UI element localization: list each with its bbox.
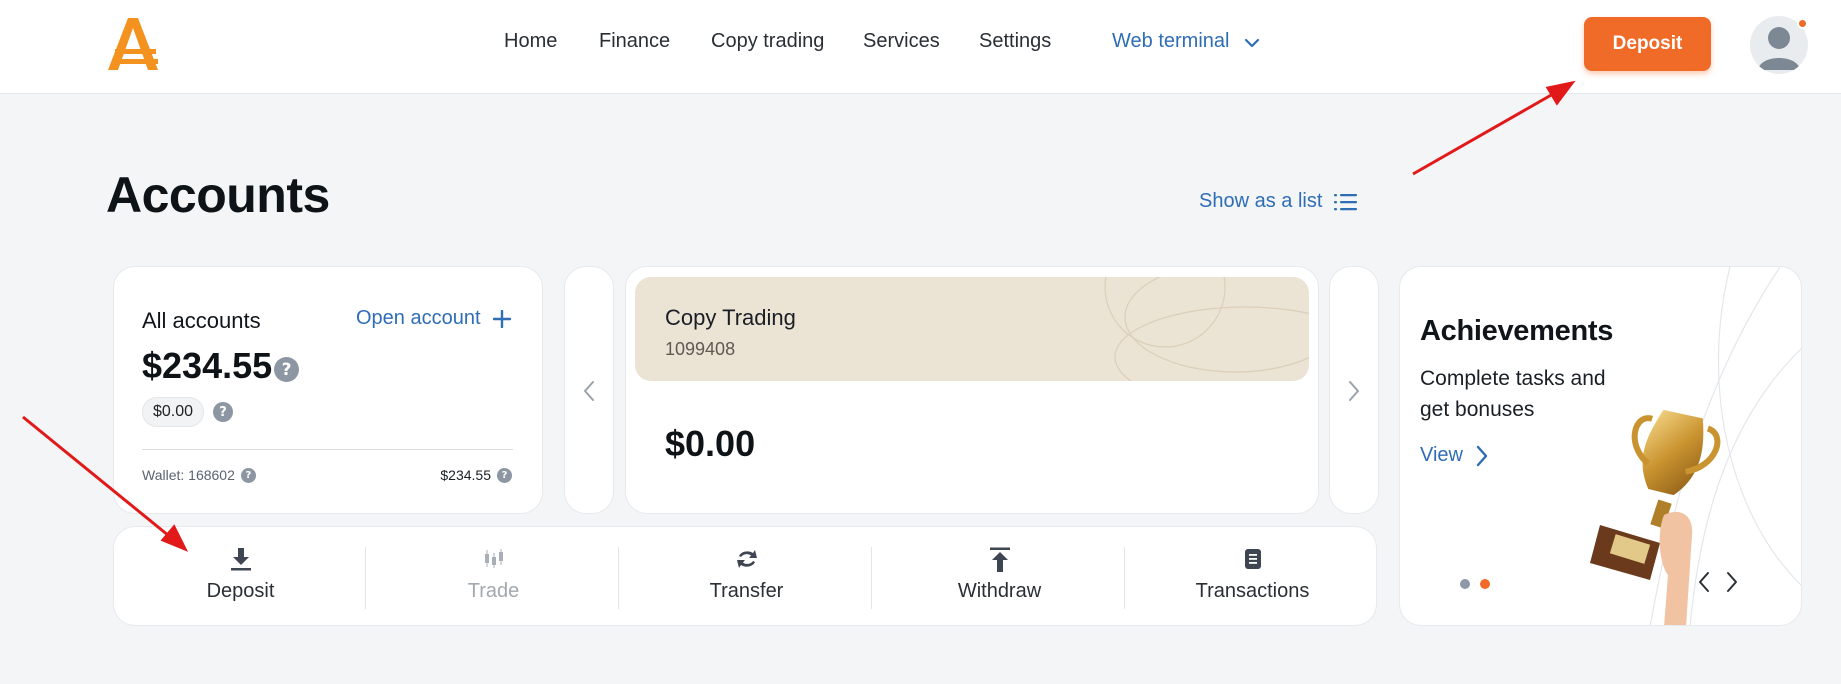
- divider: [1124, 547, 1125, 609]
- notification-dot: [1797, 18, 1808, 29]
- action-trade: Trade: [367, 527, 620, 627]
- page-title: Accounts: [106, 167, 330, 223]
- view-label: View: [1420, 444, 1463, 466]
- list-icon: [1334, 193, 1358, 210]
- achievements-view-link[interactable]: View: [1420, 444, 1489, 467]
- brand-logo[interactable]: [104, 16, 162, 74]
- top-header: Home Finance Copy trading Services Setti…: [0, 0, 1841, 94]
- document-icon: [1244, 549, 1261, 569]
- divider: [618, 547, 619, 609]
- wallet-amount-row: $234.55 ?: [440, 467, 512, 483]
- open-account-label: Open account: [356, 307, 481, 329]
- action-withdraw[interactable]: Withdraw: [873, 527, 1126, 627]
- wallet-row: Wallet: 168602 ?: [142, 467, 256, 483]
- total-balance: $234.55: [142, 345, 273, 386]
- help-icon[interactable]: ?: [497, 467, 512, 483]
- divider: [365, 547, 366, 609]
- action-transactions[interactable]: Transactions: [1126, 527, 1379, 627]
- secondary-balance-badge: $0.00: [142, 397, 205, 427]
- upload-icon: [989, 547, 1010, 572]
- carousel-dot[interactable]: [1460, 579, 1470, 589]
- chevron-left-icon: [584, 381, 594, 401]
- help-icon[interactable]: ?: [274, 357, 299, 382]
- chevron-right-icon: [1476, 445, 1488, 466]
- action-transfer[interactable]: Transfer: [620, 527, 873, 627]
- action-deposit[interactable]: Deposit: [114, 527, 367, 627]
- action-transactions-label: Transactions: [1195, 580, 1310, 602]
- carousel-next[interactable]: [1329, 266, 1379, 514]
- copy-trading-account-card[interactable]: Copy Trading 1099408 $0.00: [625, 266, 1319, 514]
- divider: [871, 547, 872, 609]
- web-terminal-label: Web terminal: [1112, 30, 1230, 52]
- chevron-down-icon: [1244, 38, 1260, 48]
- carousel-prev[interactable]: [564, 266, 614, 514]
- nav-web-terminal[interactable]: Web terminal: [1112, 30, 1260, 53]
- help-icon[interactable]: ?: [213, 402, 233, 422]
- candlestick-icon: [484, 549, 503, 568]
- help-icon[interactable]: ?: [240, 467, 256, 483]
- action-transfer-label: Transfer: [709, 580, 784, 602]
- action-withdraw-label: Withdraw: [957, 580, 1042, 602]
- chevron-right-icon: [1349, 381, 1359, 401]
- carousel-dot-active[interactable]: [1480, 579, 1490, 589]
- account-actions-bar: Deposit Trade Transfer Withdraw Transact…: [113, 526, 1377, 626]
- wallet-amount: $234.55: [440, 467, 491, 483]
- divider: [142, 449, 513, 450]
- achievements-title: Achievements: [1420, 315, 1614, 347]
- action-deposit-label: Deposit: [206, 580, 275, 602]
- nav-finance[interactable]: Finance: [599, 30, 670, 53]
- wallet-label: Wallet: 168602: [142, 467, 235, 483]
- account-card-header: Copy Trading 1099408: [635, 277, 1309, 381]
- action-trade-label: Trade: [467, 580, 520, 602]
- download-icon: [230, 548, 251, 571]
- transfer-icon: [736, 550, 757, 568]
- show-as-list-link[interactable]: Show as a list: [1199, 190, 1358, 213]
- account-type: Copy Trading: [665, 305, 796, 330]
- open-account-button[interactable]: Open account: [356, 307, 511, 330]
- show-as-list-label: Show as a list: [1199, 190, 1323, 212]
- chevron-right-icon[interactable]: [1725, 571, 1739, 593]
- account-number: 1099408: [665, 339, 736, 359]
- nav-services[interactable]: Services: [863, 30, 940, 53]
- all-accounts-card: All accounts Open account $234.55 ? $0.0…: [113, 266, 543, 514]
- nav-settings[interactable]: Settings: [979, 30, 1051, 53]
- header-deposit-button[interactable]: Deposit: [1584, 17, 1711, 71]
- plus-icon: [492, 309, 511, 328]
- all-accounts-title: All accounts: [142, 308, 261, 333]
- nav-home[interactable]: Home: [504, 30, 557, 53]
- chevron-left-icon[interactable]: [1697, 571, 1711, 593]
- nav-copy-trading[interactable]: Copy trading: [711, 30, 824, 53]
- account-balance: $0.00: [665, 423, 756, 464]
- achievements-card: Achievements Complete tasks and get bonu…: [1399, 266, 1802, 626]
